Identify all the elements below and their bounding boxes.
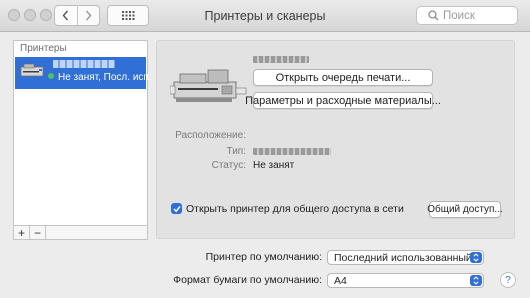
chevron-left-icon xyxy=(62,10,69,21)
chevron-right-icon xyxy=(85,10,92,21)
forward-button[interactable] xyxy=(76,6,100,25)
search-placeholder: Поиск xyxy=(443,9,475,22)
default-printer-value: Последний использованный xyxy=(334,251,472,264)
share-printer-label: Открыть принтер для общего доступа в сет… xyxy=(186,203,404,215)
select-arrows-icon xyxy=(470,252,482,263)
grid-icon xyxy=(121,11,134,20)
close-window-button[interactable] xyxy=(8,9,20,21)
status-value: Не занят xyxy=(253,160,295,171)
search-icon xyxy=(428,10,439,21)
list-toolbar: + − xyxy=(13,226,148,240)
help-button[interactable]: ? xyxy=(500,272,516,288)
title-bar: Принтеры и сканеры Поиск xyxy=(0,0,530,32)
default-paper-label: Формат бумаги по умолчанию: xyxy=(173,274,322,286)
default-printer-select[interactable]: Последний использованный xyxy=(327,250,484,265)
share-printer-checkbox[interactable] xyxy=(171,203,182,214)
printer-status-text: Не занят, Посл. исп. xyxy=(58,72,152,83)
status-dot-icon xyxy=(48,73,54,79)
window-title: Принтеры и сканеры xyxy=(204,9,326,23)
back-button[interactable] xyxy=(55,6,77,25)
printer-status: Не занят, Посл. исп. xyxy=(48,72,152,83)
printers-window: Принтеры и сканеры Поиск Не занят, Посл.… xyxy=(0,0,530,298)
type-label: Тип: xyxy=(226,146,246,157)
status-label: Статус: xyxy=(211,160,246,171)
printer-list-item[interactable]: Не занят, Посл. исп. xyxy=(15,57,152,89)
search-field[interactable]: Поиск xyxy=(416,6,518,25)
large-printer-icon xyxy=(170,69,247,102)
sharing-preferences-button[interactable]: Общий доступ... xyxy=(427,201,503,218)
printer-name-redacted xyxy=(53,60,115,68)
printer-list-header: Принтеры xyxy=(20,43,67,54)
options-supplies-button[interactable]: Параметры и расходные материалы... xyxy=(245,92,441,109)
zoom-window-button[interactable] xyxy=(40,9,52,21)
navigation-buttons xyxy=(54,5,100,26)
default-paper-value: A4 xyxy=(334,274,347,287)
type-value-redacted xyxy=(253,148,331,155)
add-printer-button[interactable]: + xyxy=(14,226,30,239)
default-paper-select[interactable]: A4 xyxy=(327,273,484,288)
show-all-button[interactable] xyxy=(107,5,149,26)
printer-list[interactable]: Не занят, Посл. исп. xyxy=(13,40,152,226)
open-print-queue-button[interactable]: Открыть очередь печати... xyxy=(253,69,433,86)
select-arrows-icon xyxy=(470,275,482,286)
remove-printer-button[interactable]: − xyxy=(30,226,46,239)
location-label: Расположение: xyxy=(175,130,246,141)
printer-title-redacted xyxy=(253,56,309,63)
printer-icon xyxy=(20,63,44,77)
minimize-window-button[interactable] xyxy=(24,9,36,21)
default-printer-label: Принтер по умолчанию: xyxy=(205,251,322,263)
checkmark-icon xyxy=(172,205,181,212)
